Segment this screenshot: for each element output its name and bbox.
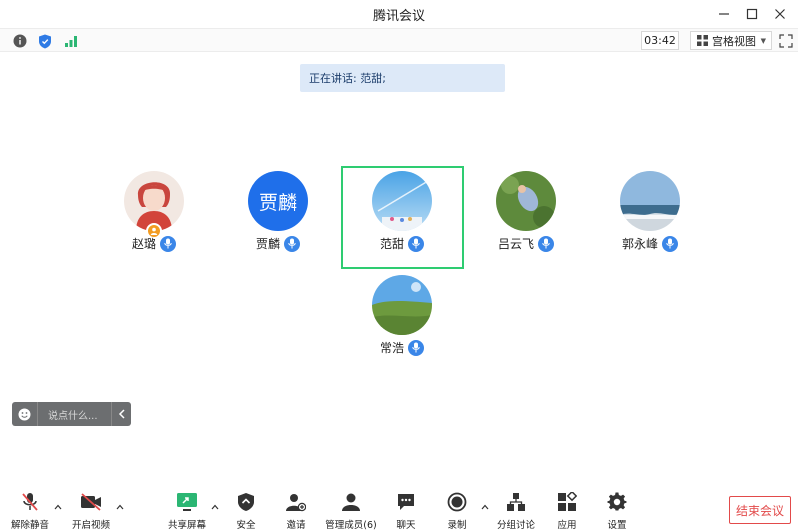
breakout-label: 分组讨论 <box>496 520 535 531</box>
microphone-icon <box>284 235 300 252</box>
minimize-icon <box>719 13 729 15</box>
microphone-icon <box>538 235 554 252</box>
chevron-up-icon <box>116 504 124 510</box>
participant-name: 吕云飞 <box>497 237 534 251</box>
video-options-caret[interactable] <box>115 502 125 512</box>
title-bar: 腾讯会议 <box>0 0 798 28</box>
settings-label: 设置 <box>607 520 627 531</box>
maximize-button[interactable] <box>738 0 766 28</box>
minimize-button[interactable] <box>710 0 738 28</box>
members-icon <box>340 492 362 512</box>
record-icon <box>446 492 468 512</box>
participant-tile[interactable]: 常浩 <box>342 275 462 365</box>
encryption-button[interactable] <box>37 33 53 49</box>
fullscreen-icon <box>779 34 793 48</box>
start-video-button[interactable]: 开启视频 <box>61 492 121 532</box>
window-title: 腾讯会议 <box>372 8 425 24</box>
window-controls <box>710 0 794 28</box>
chevron-left-icon <box>118 409 125 419</box>
participant-tile[interactable]: 贾麟 贾麟 <box>218 171 338 261</box>
microphone-icon <box>408 339 424 356</box>
manage-members-button[interactable]: 管理成员(6) <box>321 492 381 532</box>
caret-down-icon: ▼ <box>760 36 766 45</box>
participant-name: 范甜 <box>379 237 404 251</box>
participant-tile[interactable]: 范甜 <box>342 171 462 261</box>
participant-name: 郭永峰 <box>621 237 658 251</box>
record-button[interactable]: 录制 <box>427 492 487 532</box>
sea-avatar-icon <box>620 171 680 231</box>
chat-input[interactable]: 说点什么... <box>38 407 111 422</box>
grassland-avatar-icon <box>372 275 432 335</box>
gear-icon <box>606 492 628 512</box>
security-label: 安全 <box>236 520 256 531</box>
signal-bars-icon <box>65 36 77 47</box>
invite-label: 邀请 <box>286 520 306 531</box>
shield-icon <box>235 492 257 512</box>
meeting-timer: 03:42 <box>641 31 679 50</box>
field-avatar-icon <box>496 171 556 231</box>
manage-members-label: 管理成员(6) <box>325 520 377 531</box>
apps-grid-icon <box>556 492 578 512</box>
shield-icon <box>39 34 51 48</box>
microphone-icon <box>160 235 176 252</box>
share-screen-button[interactable]: 共享屏幕 <box>157 492 217 532</box>
start-video-label: 开启视频 <box>71 520 110 531</box>
microphone-icon <box>662 235 678 252</box>
participant-name: 常浩 <box>379 341 404 355</box>
view-mode-label: 宫格视图 <box>712 34 756 48</box>
meeting-window: 腾讯会议 03:42 宫格视图 ▼ 正在讲话: 范甜; 赵璐 贾麟 贾麟 范甜 … <box>0 0 798 532</box>
grid-icon <box>697 35 708 46</box>
avatar-initials: 贾麟 <box>258 191 297 214</box>
settings-button[interactable]: 设置 <box>587 492 647 532</box>
speaking-banner: 正在讲话: 范甜; <box>300 64 505 92</box>
participant-tile[interactable]: 赵璐 <box>94 171 214 261</box>
maximize-icon <box>746 8 758 20</box>
woman-avatar-icon <box>124 171 184 231</box>
meeting-info-bar: 03:42 宫格视图 ▼ <box>0 28 798 52</box>
participant-name: 贾麟 <box>255 237 280 251</box>
emoji-button[interactable] <box>12 402 38 426</box>
video-off-icon <box>80 492 102 512</box>
meeting-info-button[interactable] <box>12 33 28 49</box>
share-screen-label: 共享屏幕 <box>167 520 206 531</box>
chat-bubble-icon <box>395 492 417 512</box>
unmute-label: 解除静音 <box>10 520 49 531</box>
microphone-icon <box>408 235 424 252</box>
initials-avatar: 贾麟 <box>248 171 308 231</box>
invite-button[interactable]: 邀请 <box>266 492 326 532</box>
fullscreen-button[interactable] <box>779 33 795 49</box>
breakout-icon <box>505 492 527 512</box>
bottom-toolbar: 解除静音 开启视频 共享屏幕 安全 邀请 管理成员(6) 聊天 录制 分组讨论 … <box>0 488 798 532</box>
share-screen-icon <box>176 492 198 512</box>
end-meeting-button[interactable]: 结束会议 <box>729 496 791 524</box>
unmute-button[interactable]: 解除静音 <box>0 492 60 532</box>
participant-tile[interactable]: 郭永峰 <box>590 171 710 261</box>
sky-avatar-icon <box>372 171 432 231</box>
smiley-icon <box>18 408 31 420</box>
view-mode-dropdown[interactable]: 宫格视图 ▼ <box>690 31 772 50</box>
chat-label: 聊天 <box>396 520 416 531</box>
close-icon <box>775 9 785 19</box>
close-button[interactable] <box>766 0 794 28</box>
info-icon <box>13 34 27 48</box>
chat-input-bar: 说点什么... <box>12 402 131 426</box>
apps-label: 应用 <box>557 520 577 531</box>
collapse-chat-button[interactable] <box>111 402 131 426</box>
record-label: 录制 <box>447 520 467 531</box>
network-status-button[interactable] <box>63 33 79 49</box>
participant-tile[interactable]: 吕云飞 <box>466 171 586 261</box>
participant-name: 赵璐 <box>131 237 156 251</box>
add-user-icon <box>285 492 307 512</box>
muted-microphone-icon <box>19 492 41 512</box>
